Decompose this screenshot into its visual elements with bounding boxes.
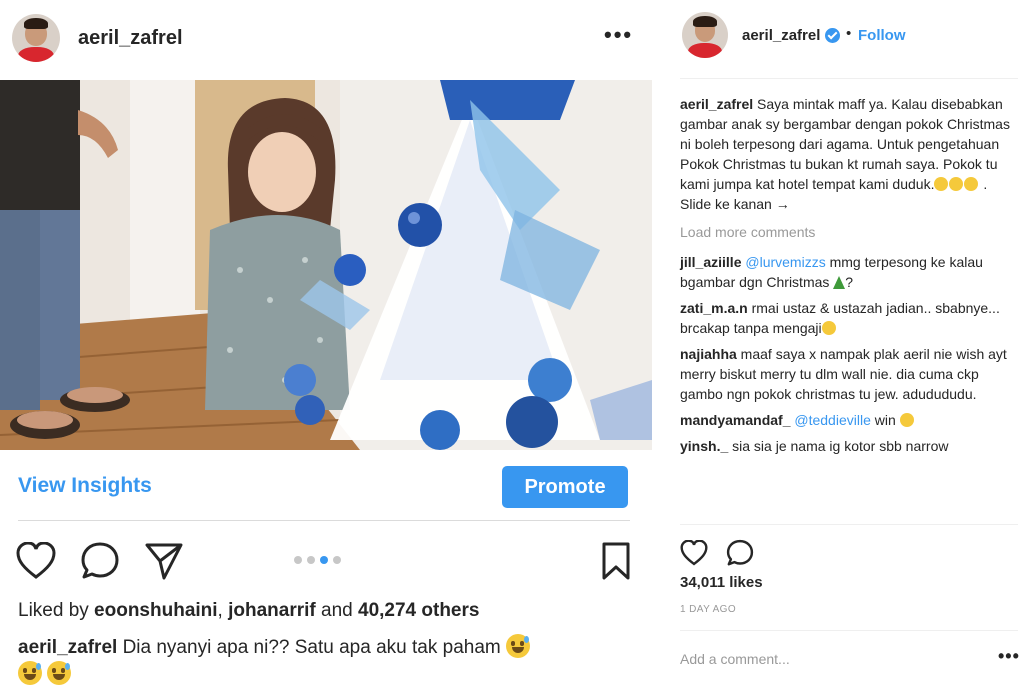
list-item: mandyamandaf_ @teddieville win (680, 410, 1012, 430)
heart-icon[interactable] (680, 539, 708, 571)
divider (680, 524, 1018, 525)
comment-text: sia sia je nama ig kotor sbb narrow (728, 438, 949, 454)
panel-header: aeril_zafrel • Follow (662, 0, 1024, 76)
post-caption: aeril_zafrel Dia nyanyi apa ni?? Satu ap… (18, 634, 638, 688)
liked-by-others[interactable]: 40,274 others (358, 600, 479, 621)
sweat-smile-emoji-icon (18, 661, 42, 685)
smile-emoji-icon (934, 177, 949, 191)
carousel-dot (333, 556, 341, 564)
avatar[interactable] (12, 14, 60, 62)
comment-username[interactable]: mandyamandaf_ (680, 412, 790, 428)
comment-mention[interactable]: @teddieville (794, 412, 870, 428)
list-item: jill_aziille @lurvemizzs mmg terpesong k… (680, 252, 1012, 292)
sweat-smile-emoji-icon (899, 413, 914, 427)
post-timestamp: 1 DAY AGO (680, 604, 737, 615)
post-panel: aeril_zafrel ••• View Insights Promote L… (0, 0, 652, 692)
comments-panel: aeril_zafrel • Follow aeril_zafrel Saya … (662, 0, 1024, 692)
promote-button[interactable]: Promote (502, 466, 628, 508)
divider (18, 520, 630, 521)
paper-plane-icon[interactable] (144, 541, 184, 586)
like-count[interactable]: 34,011 likes (680, 574, 763, 591)
sweat-smile-emoji-icon (47, 661, 72, 685)
liked-by-user[interactable]: eoonshuhaini (94, 600, 218, 621)
liked-by-and: and (315, 600, 358, 621)
liked-by-user[interactable]: johanarrif (228, 600, 316, 621)
panel-username[interactable]: aeril_zafrel (742, 27, 820, 44)
view-insights-link[interactable]: View Insights (18, 474, 152, 498)
comment-username[interactable]: aeril_zafrel (680, 96, 753, 112)
smile-emoji-icon (964, 177, 979, 191)
more-options-icon[interactable]: ••• (998, 646, 1020, 667)
comment-mention[interactable]: @lurvemizzs (745, 254, 825, 270)
heart-icon[interactable] (16, 541, 56, 585)
liked-by-separator: , (217, 600, 229, 621)
add-comment-input[interactable]: Add a comment... (680, 651, 790, 667)
christmas-tree-emoji-icon (833, 276, 846, 289)
insights-bar: View Insights Promote (0, 452, 652, 520)
speech-bubble-icon[interactable] (726, 539, 754, 572)
verified-badge-icon (825, 28, 840, 43)
liked-by: Liked by eoonshuhaini, johanarrif and 40… (18, 600, 479, 622)
comment-username[interactable]: yinsh._ (680, 438, 728, 454)
carousel-dot (307, 556, 315, 564)
sweat-smile-emoji-icon (506, 634, 530, 658)
post-username[interactable]: aeril_zafrel (78, 27, 183, 50)
follow-button[interactable]: Follow (858, 27, 906, 44)
panel-action-bar (680, 536, 780, 568)
smile-emoji-icon (949, 177, 964, 191)
speech-bubble-icon[interactable] (80, 541, 120, 586)
carousel-indicator (294, 556, 341, 566)
post-header: aeril_zafrel ••• (0, 0, 652, 80)
divider (680, 78, 1018, 79)
list-item: yinsh._ sia sia je nama ig kotor sbb nar… (680, 436, 1012, 456)
list-item: najiahha maaf saya x nampak plak aeril n… (680, 344, 1012, 404)
owner-comment: aeril_zafrel Saya mintak maff ya. Kalau … (680, 94, 1012, 214)
comment-username[interactable]: jill_aziille (680, 254, 741, 270)
post-photo[interactable] (0, 80, 652, 450)
avatar[interactable] (682, 12, 728, 58)
separator-dot: • (846, 25, 852, 42)
liked-by-prefix: Liked by (18, 600, 95, 621)
load-more-comments-link[interactable]: Load more comments (680, 222, 1012, 242)
more-options-icon[interactable]: ••• (604, 22, 633, 48)
sweat-smile-emoji-icon (821, 321, 836, 335)
comment-suffix: ? (845, 274, 854, 290)
caption-text: Dia nyanyi apa ni?? Satu apa aku tak pah… (117, 637, 506, 658)
comment-text: win (870, 412, 900, 428)
action-bar (0, 536, 652, 584)
photo-image (0, 80, 652, 450)
comment-username[interactable]: zati_m.a.n (680, 300, 748, 316)
divider (680, 630, 1018, 631)
carousel-dot-active (320, 556, 328, 564)
comment-username[interactable]: najiahha (680, 346, 737, 362)
carousel-dot (294, 556, 302, 564)
caption-username[interactable]: aeril_zafrel (18, 637, 117, 658)
comment-list: aeril_zafrel Saya mintak maff ya. Kalau … (680, 94, 1012, 462)
list-item: zati_m.a.n rmai ustaz & ustazah jadian..… (680, 298, 1012, 338)
bookmark-icon[interactable] (600, 541, 632, 586)
